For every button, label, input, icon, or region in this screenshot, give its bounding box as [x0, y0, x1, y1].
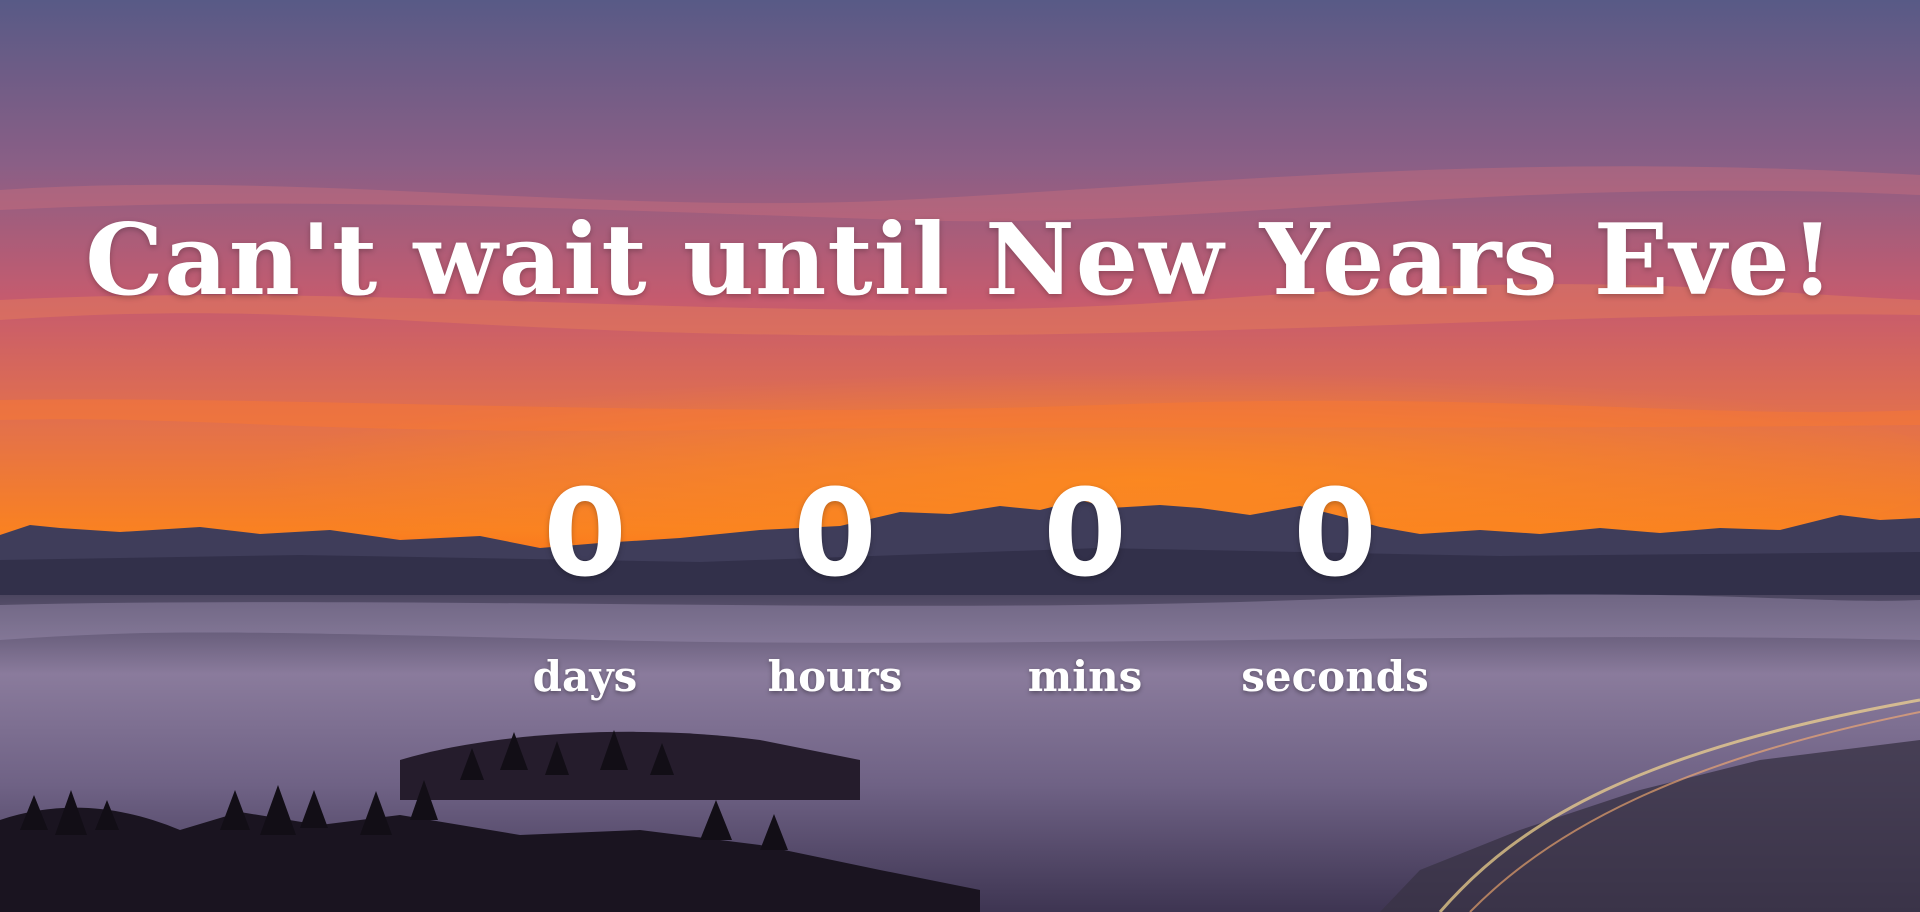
days-label: days	[532, 652, 638, 701]
countdown-seconds: 0 seconds	[1210, 465, 1460, 702]
hours-label: hours	[767, 652, 903, 701]
countdown-days: 0 days	[460, 465, 710, 702]
hours-value: 0	[793, 465, 877, 604]
countdown-hours: 0 hours	[710, 465, 960, 702]
mins-label: mins	[1027, 652, 1143, 701]
mins-value: 0	[1043, 465, 1127, 604]
background-landscape-image	[0, 0, 1920, 912]
days-value: 0	[543, 465, 627, 604]
seconds-value: 0	[1293, 465, 1377, 604]
page-title: Can't wait until New Years Eve!	[85, 203, 1835, 318]
countdown-mins: 0 mins	[960, 465, 1210, 702]
countdown-timer: 0 days 0 hours 0 mins 0 seconds	[0, 465, 1920, 702]
seconds-label: seconds	[1241, 652, 1429, 701]
